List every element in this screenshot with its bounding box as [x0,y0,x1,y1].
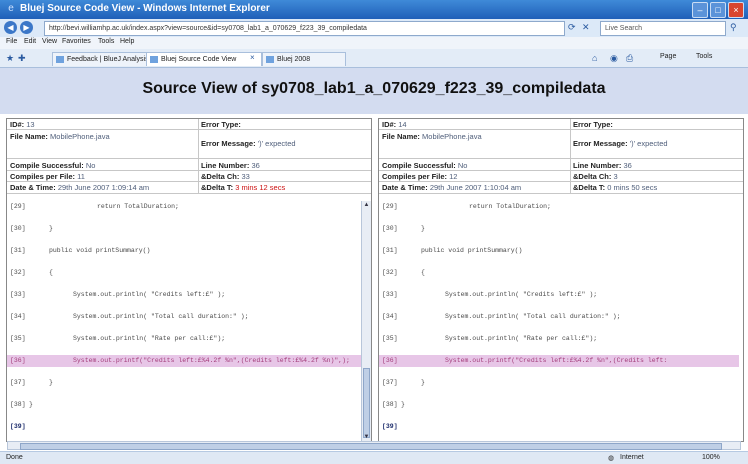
window-controls: – □ × [692,2,744,18]
tab-feedback[interactable]: Feedback | BlueJ Analysis [52,52,158,66]
date-time-label: Date & Time: [382,183,428,192]
search-input[interactable]: Live Search [600,21,726,36]
menu-help[interactable]: Help [120,38,134,45]
delta-t-value: 0 mins 50 secs [607,183,658,192]
url-input[interactable]: http://bevi.williamhp.ac.uk/index.aspx?v… [44,21,565,36]
error-line-highlight: [36] System.out.printf("Credits left:£%4.… [7,355,367,367]
code-view[interactable]: [29] return TotalDuration; [30]} [31] publ… [379,201,743,441]
window-title: Bluej Source Code View - Windows Interne… [20,3,270,14]
compile-successful-label: Compile Successful: [10,161,84,170]
security-zone: Internet [620,454,644,461]
page-icon [266,56,274,63]
delta-t-label: &Delta T: [201,183,234,192]
compile-successful-value: No [85,161,96,170]
menu-favorites[interactable]: Favorites [62,38,91,45]
page-header: Source View of sy0708_lab1_a_070629_f223… [0,68,748,114]
close-tab-icon[interactable]: × [250,53,255,62]
close-button[interactable]: × [728,2,744,18]
window-title-bar: e Bluej Source Code View - Windows Inter… [0,0,748,19]
scroll-thumb[interactable] [20,443,722,450]
menu-bar: File Edit View Favorites Tools Help [0,37,748,49]
horizontal-scrollbar[interactable] [7,441,741,450]
tab-source-view[interactable]: Bluej Source Code View [146,52,262,66]
page-title: Source View of sy0708_lab1_a_070629_f223… [142,80,606,97]
maximize-button[interactable]: □ [710,2,726,18]
feeds-icon[interactable]: ◉ [610,53,618,64]
menu-tools[interactable]: Tools [98,38,114,45]
id-label: ID#: [10,120,25,129]
delta-ch-value: 33 [241,172,250,181]
error-type-label: Error Type: [201,120,241,129]
address-bar: ◀ ▶ http://bevi.williamhp.ac.uk/index.as… [0,19,748,38]
file-name-value: MobilePhone.java [50,132,110,141]
menu-edit[interactable]: Edit [24,38,36,45]
file-name-label: File Name: [10,132,48,141]
status-bar: Done ◍ Internet 100% [0,451,748,464]
scroll-thumb[interactable] [363,368,370,438]
line-number-label: Line Number: [573,161,622,170]
error-message-label: Error Message: [201,139,256,148]
stop-icon[interactable]: ✕ [582,22,590,33]
page-icon [150,56,158,63]
source-panel-left: ID#: 13 Error Type: File Name: MobilePho… [6,118,372,442]
line-number-value: 36 [251,161,260,170]
error-message-label: Error Message: [573,139,628,148]
compile-successful-label: Compile Successful: [382,161,456,170]
delta-ch-label: &Delta Ch: [573,172,612,181]
page-icon [56,56,64,63]
date-time-value: 29th June 2007 1:09:14 am [57,183,150,192]
add-favorites-icon[interactable]: ✚ [18,53,26,64]
id-value: 13 [26,120,35,129]
error-message-value: ')' expected [257,139,296,148]
code-view[interactable]: [29] return TotalDuration; [30]} [31] publ… [7,201,371,441]
globe-icon: ◍ [608,455,615,462]
refresh-icon[interactable]: ⟳ [568,22,576,33]
ie-logo-icon: e [8,3,14,14]
compile-info: ID#: 13 Error Type: File Name: MobilePho… [7,119,371,194]
line-number-value: 36 [623,161,632,170]
delta-t-value: 3 mins 12 secs [235,183,286,192]
compiles-per-file-value: 12 [449,172,458,181]
minimize-button[interactable]: – [692,2,708,18]
compile-successful-value: No [457,161,468,170]
source-panel-right: ID#: 14 Error Type: File Name: MobilePho… [378,118,744,442]
favorites-star-icon[interactable]: ★ [6,53,14,64]
scroll-down-icon[interactable]: ▼ [362,433,371,441]
date-time-label: Date & Time: [10,183,56,192]
compiles-per-file-value: 11 [77,172,85,181]
tools-menu[interactable]: Tools [696,53,712,60]
delta-ch-value: 3 [613,172,618,181]
compiles-per-file-label: Compiles per File: [382,172,448,181]
date-time-value: 29th June 2007 1:10:04 am [429,183,522,192]
zoom-level[interactable]: 100% [702,454,720,461]
file-name-value: MobilePhone.java [422,132,482,141]
error-type-label: Error Type: [573,120,613,129]
page-menu[interactable]: Page [660,53,676,60]
error-line-highlight: [36] System.out.printf("Credits left:£%4.… [379,355,739,367]
id-label: ID#: [382,120,397,129]
vertical-scrollbar[interactable]: ▲ ▼ [361,201,371,441]
forward-arrow-icon[interactable]: ▶ [20,21,33,34]
menu-file[interactable]: File [6,38,17,45]
line-number-label: Line Number: [201,161,250,170]
compile-info: ID#: 14 Error Type: File Name: MobilePho… [379,119,743,194]
id-value: 14 [398,120,407,129]
print-icon[interactable]: ⎙ [626,53,633,64]
delta-t-label: &Delta T: [573,183,606,192]
scroll-up-icon[interactable]: ▲ [362,201,371,209]
tab-bluej-2008[interactable]: Bluej 2008 [262,52,346,66]
home-icon[interactable]: ⌂ [592,53,597,63]
file-name-label: File Name: [382,132,420,141]
back-arrow-icon[interactable]: ◀ [4,21,17,34]
menu-view[interactable]: View [42,38,57,45]
tab-bar: ★ ✚ Feedback | BlueJ Analysis Bluej Sour… [0,49,748,68]
compiles-per-file-label: Compiles per File: [10,172,76,181]
search-icon[interactable]: ⚲ [730,22,737,33]
status-text: Done [6,454,23,461]
delta-ch-label: &Delta Ch: [201,172,240,181]
error-message-value: ')' expected [629,139,668,148]
